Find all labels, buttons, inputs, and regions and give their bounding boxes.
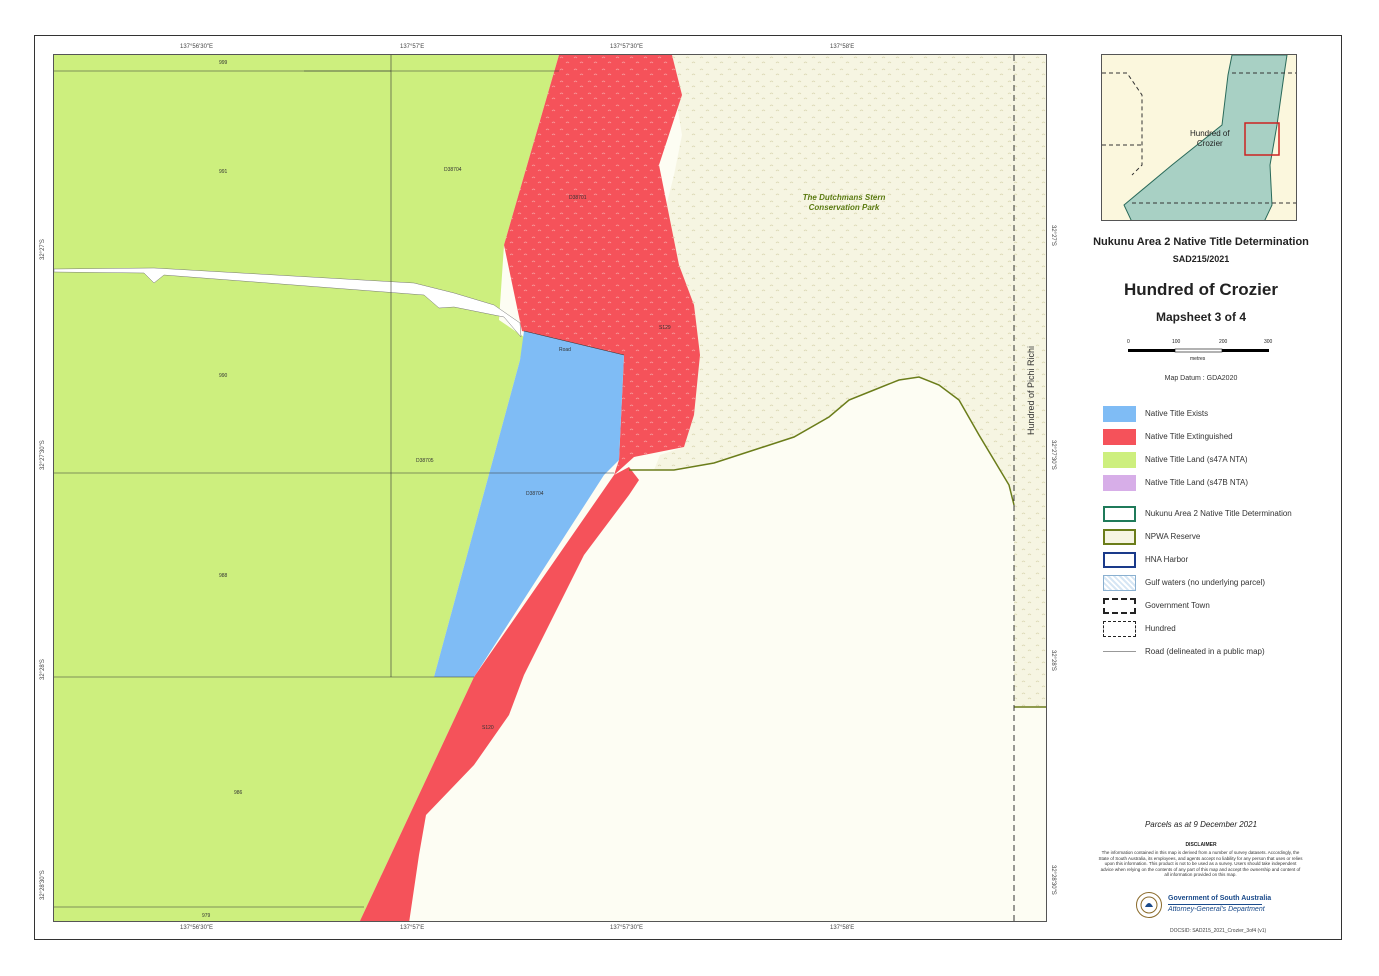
left-tick: 32°28'S [40,659,46,680]
left-tick: 32°27'S [40,239,46,260]
bottom-tick: 137°57'30"E [610,925,644,931]
legend-swatch-reserve [1103,529,1136,545]
case-number: SAD215/2021 [1172,254,1230,264]
parcel-label: D38704 [444,167,462,173]
parcel-label: 999 [219,60,228,66]
bottom-tick: 137°58'E [830,925,855,931]
left-tick: 32°27'30"S [40,440,46,470]
scale-tick: 300 [1264,339,1273,345]
parcel-label: 990 [219,373,228,379]
right-tick: 32°28'30"S [1050,865,1056,895]
map-canvas [54,55,1046,921]
legend-panel: Hundred of Crozier Nukunu Area 2 Native … [1090,54,1320,922]
park-label-line2: Conservation Park [808,203,880,212]
legend-item: Native Title Extinguished [1103,429,1323,445]
legend-label: Nukunu Area 2 Native Title Determination [1145,509,1292,518]
scale-tick: 200 [1219,339,1228,345]
scale-tick: 0 [1127,339,1130,345]
top-tick: 137°56'30"E [180,44,214,50]
legend-label: Gulf waters (no underlying parcel) [1145,578,1266,587]
legend-swatch-extinguished [1103,429,1136,445]
legend-item: Nukunu Area 2 Native Title Determination [1103,506,1323,522]
document-reference: DOCSID: SAD215_2021_Crozier_3of4 (v1) [1170,928,1267,934]
legend-swatch-road [1103,651,1136,652]
park-label: The Dutchmans Stern Conservation Park [774,193,914,213]
parcel-label: S129 [659,325,671,331]
left-tick: 32°28'30"S [40,870,46,900]
legend-swatch-land-b [1103,475,1136,491]
legend-label: Native Title Land (s47A NTA) [1145,455,1248,464]
bottom-tick: 137°57'E [400,925,425,931]
parcel-label: D38701 [569,195,587,201]
legend-item: NPWA Reserve [1103,529,1323,545]
inset-map: Hundred of Crozier [1101,54,1297,221]
legend-swatch-harbor [1103,552,1136,568]
legend-item: Hundred [1103,621,1323,637]
inset-label-line1: Hundred of [1190,129,1230,138]
legend-item: Road (delineated in a public map) [1103,644,1323,660]
legend-label: Hundred [1145,624,1176,633]
government-divider [1168,904,1262,905]
legend-label: Government Town [1145,601,1210,610]
legend-item: Native Title Exists [1103,406,1323,422]
parcel-label: 988 [219,573,228,579]
legend-swatch-gulf [1103,575,1136,591]
disclaimer-heading: DISCLAIMER [1185,842,1217,848]
determination-title: Nukunu Area 2 Native Title Determination [1093,236,1309,248]
legend-label: Native Title Exists [1145,409,1209,418]
main-map: The Dutchmans Stern Conservation Park 99… [53,54,1047,922]
legend-swatch-exists [1103,406,1136,422]
parcel-label: D38704 [526,491,544,497]
park-label-line1: The Dutchmans Stern [802,193,886,202]
disclaimer-text: The information contained in this map is… [1098,850,1303,878]
right-tick: 32°27'30"S [1050,440,1056,470]
top-tick: 137°57'E [400,44,425,50]
parcel-label: Road [559,347,571,353]
inset-label-line2: Crozier [1196,139,1223,148]
legend-swatch-determination [1103,506,1136,522]
department-name: Attorney-General's Department [1168,906,1265,913]
top-tick: 137°57'30"E [610,44,644,50]
right-tick: 32°28'S [1050,650,1056,671]
legend-label: Road (delineated in a public map) [1145,647,1265,656]
hundred-side-label: Hundred of Pichi Richi [1026,345,1036,435]
legend-swatch-land-a [1103,452,1136,468]
scale-tick: 100 [1172,339,1181,345]
parcel-label: 991 [219,169,228,175]
parcel-label: 979 [202,913,211,919]
state-crest-icon [1136,892,1162,918]
parcel-label: S120 [482,725,494,731]
inset-label: Hundred of Crozier [1190,129,1230,149]
parcels-date: Parcels as at 9 December 2021 [1144,820,1258,829]
legend-swatch-hundred [1103,621,1136,637]
legend-label: NPWA Reserve [1145,532,1201,541]
legend-item: Native Title Land (s47B NTA) [1103,475,1323,491]
right-tick: 32°27'S [1050,225,1056,246]
bottom-tick: 137°56'30"E [180,925,214,931]
government-name: Government of South Australia [1168,895,1272,902]
scale-unit: metres [1190,356,1206,362]
legend-item: Native Title Land (s47A NTA) [1103,452,1323,468]
legend-swatch-town [1103,598,1136,614]
legend-label: Native Title Land (s47B NTA) [1145,478,1249,487]
mapsheet-label: Mapsheet 3 of 4 [1155,310,1247,324]
top-tick: 137°58'E [830,44,855,50]
parcel-label: 986 [234,790,243,796]
legend-item: Government Town [1103,598,1323,614]
legend-item: Gulf waters (no underlying parcel) [1103,575,1323,591]
scale-bar: 0 100 200 300 metres [1127,339,1272,374]
legend-item: HNA Harbor [1103,552,1323,568]
hundred-title: Hundred of Crozier [1124,280,1278,299]
legend-label: HNA Harbor [1145,555,1189,564]
legend-label: Native Title Extinguished [1145,432,1233,441]
parcel-label: D38705 [416,458,434,464]
map-datum: Map Datum : GDA2020 [1164,375,1238,382]
